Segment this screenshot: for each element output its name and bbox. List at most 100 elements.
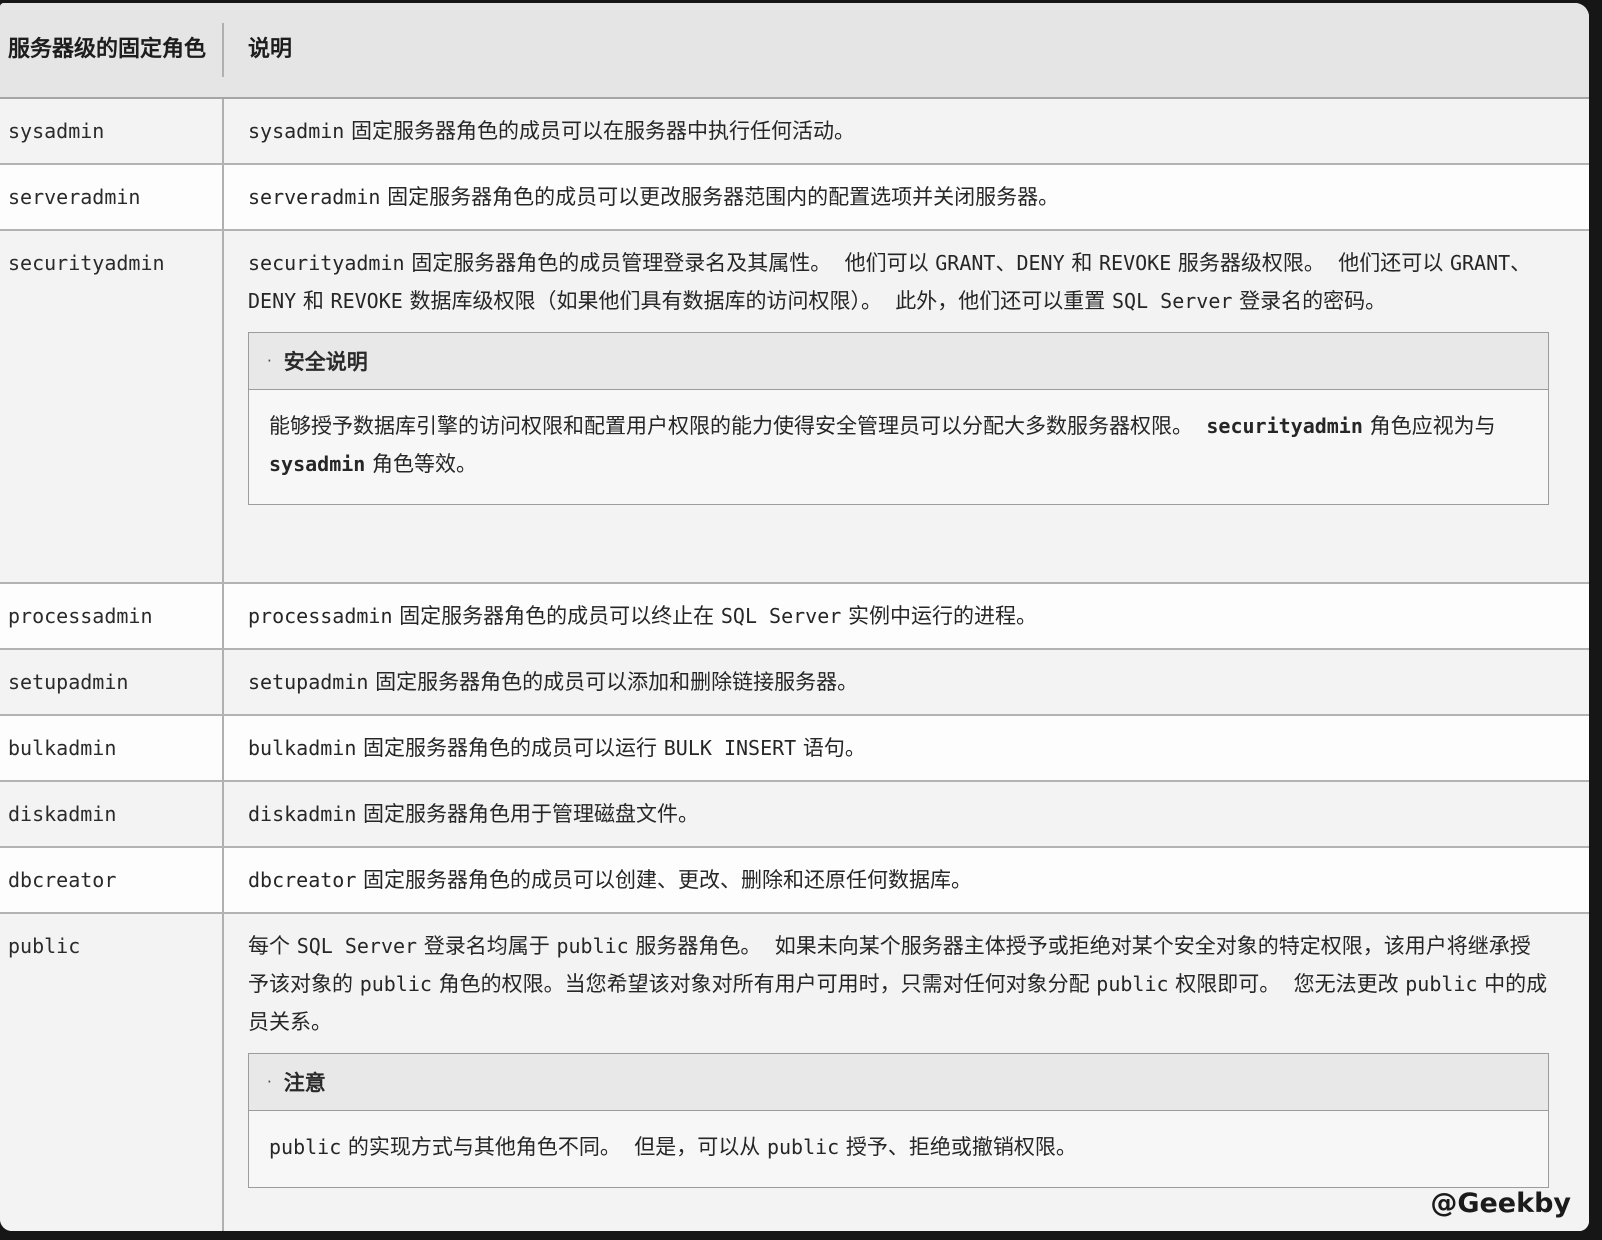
table-row: dbcreatordbcreator 固定服务器角色的成员可以创建、更改、删除和… xyxy=(0,848,1589,914)
role-name-cell: sysadmin xyxy=(0,99,224,163)
description-text: 授予、拒绝或撤销权限。 xyxy=(839,1135,1077,1159)
description-text: 实例中运行的进程。 xyxy=(841,604,1037,628)
table-row: serveradminserveradmin 固定服务器角色的成员可以更改服务器… xyxy=(0,165,1589,231)
description-cell: processadmin 固定服务器角色的成员可以终止在 SQL Server … xyxy=(224,584,1589,648)
code-term: SQL Server xyxy=(1112,289,1232,313)
role-name-cell: serveradmin xyxy=(0,165,224,229)
code-term: DENY xyxy=(1016,251,1064,275)
description-text: 每个 xyxy=(248,934,297,958)
code-term: processadmin xyxy=(248,604,393,628)
code-term: securityadmin xyxy=(1206,414,1363,438)
code-term: SQL Server xyxy=(721,604,841,628)
note-bullet-icon: · xyxy=(267,1073,272,1091)
table-row: diskadmin diskadmin 固定服务器角色用于管理磁盘文件。 xyxy=(0,782,1589,848)
role-name-cell: public xyxy=(0,914,224,1231)
description-text: 和 xyxy=(296,289,330,313)
description-cell: bulkadmin 固定服务器角色的成员可以运行 BULK INSERT 语句。 xyxy=(224,716,1589,780)
note-title: 注意 xyxy=(284,1067,326,1097)
role-description: diskadmin 固定服务器角色用于管理磁盘文件。 xyxy=(248,795,1549,833)
role-description: dbcreator 固定服务器角色的成员可以创建、更改、删除和还原任何数据库。 xyxy=(248,861,1549,899)
description-text: 能够授予数据库引擎的访问权限和配置用户权限的能力使得安全管理员可以分配大多数服务… xyxy=(269,414,1206,438)
code-term: public xyxy=(767,1135,839,1159)
code-term: REVOKE xyxy=(1099,251,1171,275)
role-description: processadmin 固定服务器角色的成员可以终止在 SQL Server … xyxy=(248,597,1549,635)
description-text: 固定服务器角色的成员可以运行 xyxy=(356,736,663,760)
description-cell: diskadmin 固定服务器角色用于管理磁盘文件。 xyxy=(224,782,1589,846)
description-text: 固定服务器角色的成员可以在服务器中执行任何活动。 xyxy=(344,119,855,143)
code-term: GRANT xyxy=(935,251,995,275)
description-cell: securityadmin 固定服务器角色的成员管理登录名及其属性。 他们可以 … xyxy=(224,231,1589,582)
code-term: dbcreator xyxy=(248,868,356,892)
description-cell: 每个 SQL Server 登录名均属于 public 服务器角色。 如果未向某… xyxy=(224,914,1589,1231)
note-body: public 的实现方式与其他角色不同。 但是，可以从 public 授予、拒绝… xyxy=(249,1111,1548,1187)
code-term: BULK INSERT xyxy=(664,736,796,760)
description-cell: serveradmin 固定服务器角色的成员可以更改服务器范围内的配置选项并关闭… xyxy=(224,165,1589,229)
note-box: · 安全说明能够授予数据库引擎的访问权限和配置用户权限的能力使得安全管理员可以分配… xyxy=(248,332,1549,505)
table-row: sysadminsysadmin 固定服务器角色的成员可以在服务器中执行任何活动… xyxy=(0,99,1589,165)
description-text: 的实现方式与其他角色不同。 但是，可以从 xyxy=(341,1135,767,1159)
code-term: setupadmin xyxy=(248,670,368,694)
description-text: 固定服务器角色的成员管理登录名及其属性。 他们可以 xyxy=(405,251,936,275)
description-text: 、 xyxy=(995,251,1016,275)
role-name-cell: diskadmin xyxy=(0,782,224,846)
code-term: REVOKE xyxy=(331,289,403,313)
code-term: public xyxy=(1096,972,1168,996)
description-text: 服务器级权限。 他们还可以 xyxy=(1171,251,1450,275)
description-text: 角色的权限。当您希望该对象对所有用户可用时，只需对任何对象分配 xyxy=(432,972,1096,996)
code-term: SQL Server xyxy=(297,934,417,958)
description-text: 固定服务器角色的成员可以更改服务器范围内的配置选项并关闭服务器。 xyxy=(380,185,1059,209)
code-term: public xyxy=(556,934,628,958)
code-term: sysadmin xyxy=(269,452,365,476)
description-text: 权限即可。 您无法更改 xyxy=(1169,972,1406,996)
code-term: public xyxy=(360,972,432,996)
code-term: securityadmin xyxy=(248,251,405,275)
description-text: 固定服务器角色的成员可以创建、更改、删除和还原任何数据库。 xyxy=(356,868,972,892)
role-name-cell: processadmin xyxy=(0,584,224,648)
description-cell: dbcreator 固定服务器角色的成员可以创建、更改、删除和还原任何数据库。 xyxy=(224,848,1589,912)
code-term: sysadmin xyxy=(248,119,344,143)
roles-table-page: 服务器级的固定角色 说明 sysadminsysadmin 固定服务器角色的成员… xyxy=(0,3,1589,1231)
table-row: setupadminsetupadmin 固定服务器角色的成员可以添加和删除链接… xyxy=(0,650,1589,716)
description-text: 固定服务器角色的成员可以添加和删除链接服务器。 xyxy=(368,670,858,694)
description-text: 固定服务器角色用于管理磁盘文件。 xyxy=(356,802,699,826)
table-body: sysadminsysadmin 固定服务器角色的成员可以在服务器中执行任何活动… xyxy=(0,99,1589,1231)
note-title: 安全说明 xyxy=(284,346,368,376)
description-cell: sysadmin 固定服务器角色的成员可以在服务器中执行任何活动。 xyxy=(224,99,1589,163)
role-description: sysadmin 固定服务器角色的成员可以在服务器中执行任何活动。 xyxy=(248,112,1549,150)
note-header: · 注意 xyxy=(249,1054,1548,1111)
role-name-cell: setupadmin xyxy=(0,650,224,714)
table-row: bulkadminbulkadmin 固定服务器角色的成员可以运行 BULK I… xyxy=(0,716,1589,782)
description-text: 和 xyxy=(1065,251,1099,275)
description-text: 固定服务器角色的成员可以终止在 xyxy=(393,604,721,628)
header-description-column: 说明 xyxy=(224,21,1589,79)
watermark: @Geekby xyxy=(1430,1188,1571,1219)
table-row: public每个 SQL Server 登录名均属于 public 服务器角色。… xyxy=(0,914,1589,1231)
role-name-cell: securityadmin xyxy=(0,231,224,582)
note-body: 能够授予数据库引擎的访问权限和配置用户权限的能力使得安全管理员可以分配大多数服务… xyxy=(249,390,1548,504)
table-row: securityadminsecurityadmin 固定服务器角色的成员管理登… xyxy=(0,231,1589,584)
code-term: serveradmin xyxy=(248,185,380,209)
code-term: public xyxy=(269,1135,341,1159)
table-row: processadminprocessadmin 固定服务器角色的成员可以终止在… xyxy=(0,584,1589,650)
code-term: bulkadmin xyxy=(248,736,356,760)
role-name-cell: bulkadmin xyxy=(0,716,224,780)
description-text: 、 xyxy=(1510,251,1531,275)
description-text: 登录名均属于 xyxy=(417,934,556,958)
note-box: · 注意 public 的实现方式与其他角色不同。 但是，可以从 public 授予… xyxy=(248,1053,1549,1188)
description-text: 登录名的密码。 xyxy=(1232,289,1386,313)
description-text: 角色等效。 xyxy=(365,452,477,476)
description-text: 角色应视为与 xyxy=(1363,414,1502,438)
note-header: · 安全说明 xyxy=(249,333,1548,390)
role-description: securityadmin 固定服务器角色的成员管理登录名及其属性。 他们可以 … xyxy=(248,244,1549,320)
role-description: 每个 SQL Server 登录名均属于 public 服务器角色。 如果未向某… xyxy=(248,927,1549,1041)
role-description: serveradmin 固定服务器角色的成员可以更改服务器范围内的配置选项并关闭… xyxy=(248,178,1549,216)
role-description: setupadmin 固定服务器角色的成员可以添加和删除链接服务器。 xyxy=(248,663,1549,701)
role-name-cell: dbcreator xyxy=(0,848,224,912)
code-term: public xyxy=(1405,972,1477,996)
description-cell: setupadmin 固定服务器角色的成员可以添加和删除链接服务器。 xyxy=(224,650,1589,714)
description-text: 数据库级权限（如果他们具有数据库的访问权限）。 此外，他们还可以重置 xyxy=(403,289,1112,313)
table-header-row: 服务器级的固定角色 说明 xyxy=(0,3,1589,99)
description-text: 语句。 xyxy=(796,736,866,760)
header-role-column: 服务器级的固定角色 xyxy=(0,23,224,77)
note-bullet-icon: · xyxy=(267,352,272,370)
